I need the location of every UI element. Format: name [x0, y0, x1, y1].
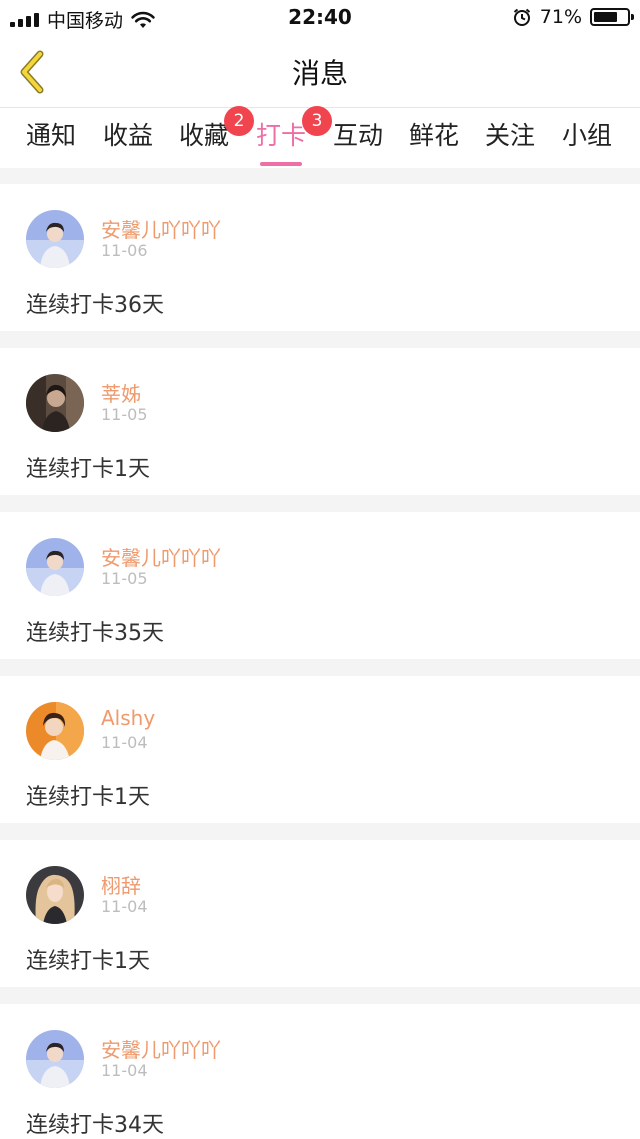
username[interactable]: 安馨儿吖吖吖 [101, 214, 221, 243]
tab-flowers[interactable]: 鲜花 [409, 116, 459, 152]
battery-icon [590, 8, 634, 26]
checkin-card[interactable]: 栩辞 11-04 连续打卡1天 [0, 840, 640, 987]
checkin-card[interactable]: 安馨儿吖吖吖 11-06 连续打卡36天 [0, 184, 640, 331]
checkin-feed: 安馨儿吖吖吖 11-06 连续打卡36天 莘姊 11-05 连续打卡1天 安馨儿… [0, 184, 640, 1139]
checkin-card[interactable]: 莘姊 11-05 连续打卡1天 [0, 348, 640, 495]
post-date: 11-05 [101, 405, 148, 424]
status-right: 71% [512, 6, 634, 28]
tab-label: 收益 [103, 121, 154, 150]
tab-checkin[interactable]: 打卡 3 [256, 106, 332, 166]
tab-label: 小组 [562, 121, 613, 150]
username[interactable]: 栩辞 [101, 870, 141, 899]
page-title: 消息 [291, 57, 348, 90]
unread-badge: 3 [302, 106, 332, 136]
checkin-card[interactable]: 安馨儿吖吖吖 11-05 连续打卡35天 [0, 512, 640, 659]
checkin-text: 连续打卡1天 [26, 785, 150, 810]
post-date: 11-04 [101, 897, 148, 916]
username[interactable]: 安馨儿吖吖吖 [101, 542, 221, 571]
tab-label: 鲜花 [409, 121, 460, 150]
username[interactable]: Alshy [101, 706, 155, 730]
tab-label: 通知 [26, 121, 77, 150]
tab-notice[interactable]: 通知 [26, 116, 76, 152]
alarm-icon [513, 8, 530, 26]
checkin-card[interactable]: Alshy 11-04 连续打卡1天 [0, 676, 640, 823]
boy-avatar-icon [26, 1030, 84, 1088]
nav-bar: 消息 [0, 36, 640, 108]
avatar[interactable] [26, 538, 84, 596]
username[interactable]: 安馨儿吖吖吖 [101, 1034, 221, 1063]
boy-avatar-icon [26, 538, 84, 596]
active-tab-indicator [260, 162, 303, 166]
avatar[interactable] [26, 374, 84, 432]
avatar[interactable] [26, 702, 84, 760]
dark-photo-avatar-icon [26, 374, 84, 432]
unread-badge: 2 [224, 106, 254, 136]
tab-interaction[interactable]: 互动 [333, 116, 383, 152]
message-tabs: 通知 收益 收藏 2 打卡 3 互动 鲜花 关注 小组 [0, 106, 640, 168]
tab-earnings[interactable]: 收益 [103, 116, 153, 152]
post-date: 11-05 [101, 569, 148, 588]
checkin-text: 连续打卡34天 [26, 1113, 164, 1138]
boy-avatar-icon [26, 210, 84, 268]
post-date: 11-04 [101, 733, 148, 752]
tab-following[interactable]: 关注 [485, 116, 535, 152]
checkin-text: 连续打卡1天 [26, 949, 150, 974]
tab-label: 关注 [485, 121, 536, 150]
battery-percent: 71% [539, 6, 582, 28]
tab-groups[interactable]: 小组 [562, 116, 612, 152]
blonde-avatar-icon [26, 866, 84, 924]
username[interactable]: 莘姊 [101, 378, 141, 407]
orange-avatar-icon [26, 702, 84, 760]
checkin-text: 连续打卡35天 [26, 621, 164, 646]
post-date: 11-06 [101, 241, 148, 260]
tab-label: 互动 [333, 121, 384, 150]
avatar[interactable] [26, 210, 84, 268]
status-bar: 中国移动 22:40 71% [0, 0, 640, 36]
checkin-text: 连续打卡1天 [26, 457, 150, 482]
tab-label: 打卡 [256, 121, 307, 150]
avatar[interactable] [26, 1030, 84, 1088]
avatar[interactable] [26, 866, 84, 924]
tab-favorites[interactable]: 收藏 2 [179, 106, 254, 152]
checkin-card[interactable]: 安馨儿吖吖吖 11-04 连续打卡34天 [0, 1004, 640, 1139]
post-date: 11-04 [101, 1061, 148, 1080]
checkin-text: 连续打卡36天 [26, 293, 164, 318]
tab-label: 收藏 [179, 121, 230, 150]
